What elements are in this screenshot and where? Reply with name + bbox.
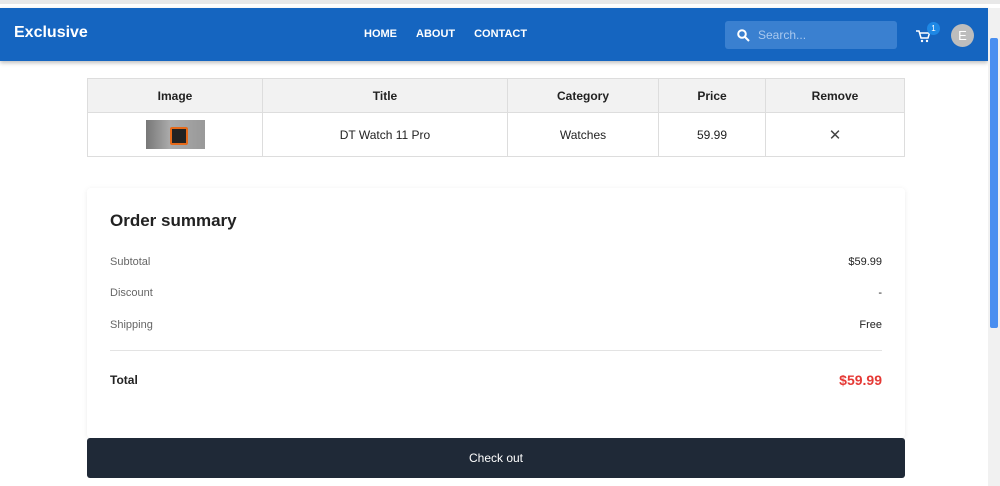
logo[interactable]: Exclusive xyxy=(14,24,88,42)
total-value: $59.99 xyxy=(839,372,882,388)
cart-table: Image Title Category Price Remove DT Wat… xyxy=(87,78,905,157)
col-remove: Remove xyxy=(765,78,905,113)
col-title: Title xyxy=(262,78,508,113)
shipping-row: Shipping Free xyxy=(110,319,882,331)
top-nav-bar: Exclusive HOME ABOUT CONTACT 1 E xyxy=(0,8,988,61)
search-input[interactable] xyxy=(758,28,878,42)
nav-about[interactable]: ABOUT xyxy=(416,28,455,40)
subtotal-label: Subtotal xyxy=(110,256,151,268)
table-row: DT Watch 11 Pro Watches 59.99 ✕ xyxy=(87,112,905,157)
product-image xyxy=(145,120,205,149)
product-category: Watches xyxy=(507,112,659,157)
col-category: Category xyxy=(507,78,659,113)
nav-contact[interactable]: CONTACT xyxy=(474,28,527,40)
search-icon xyxy=(737,28,750,42)
col-image: Image xyxy=(87,78,263,113)
avatar[interactable]: E xyxy=(951,24,974,47)
search-box xyxy=(725,21,897,49)
cart-badge: 1 xyxy=(927,22,940,35)
nav-home[interactable]: HOME xyxy=(364,28,397,40)
order-summary-title: Order summary xyxy=(110,211,237,230)
subtotal-value: $59.99 xyxy=(848,256,882,268)
total-row: Total $59.99 xyxy=(110,372,882,388)
total-label: Total xyxy=(110,373,138,387)
col-price: Price xyxy=(658,78,766,113)
product-title: DT Watch 11 Pro xyxy=(262,112,508,157)
divider xyxy=(110,350,882,351)
shipping-value: Free xyxy=(859,319,882,331)
discount-row: Discount - xyxy=(110,287,882,299)
remove-button[interactable]: ✕ xyxy=(765,112,905,157)
subtotal-row: Subtotal $59.99 xyxy=(110,256,882,268)
shipping-label: Shipping xyxy=(110,319,153,331)
discount-label: Discount xyxy=(110,287,153,299)
scrollbar[interactable] xyxy=(988,8,1000,486)
order-summary-card: Order summary Subtotal $59.99 Discount - S… xyxy=(87,188,905,438)
product-price: 59.99 xyxy=(658,112,766,157)
nav-links: HOME ABOUT CONTACT xyxy=(364,28,527,40)
discount-value: - xyxy=(878,287,882,299)
checkout-button[interactable]: Check out xyxy=(87,438,905,478)
scrollbar-thumb[interactable] xyxy=(990,38,998,328)
